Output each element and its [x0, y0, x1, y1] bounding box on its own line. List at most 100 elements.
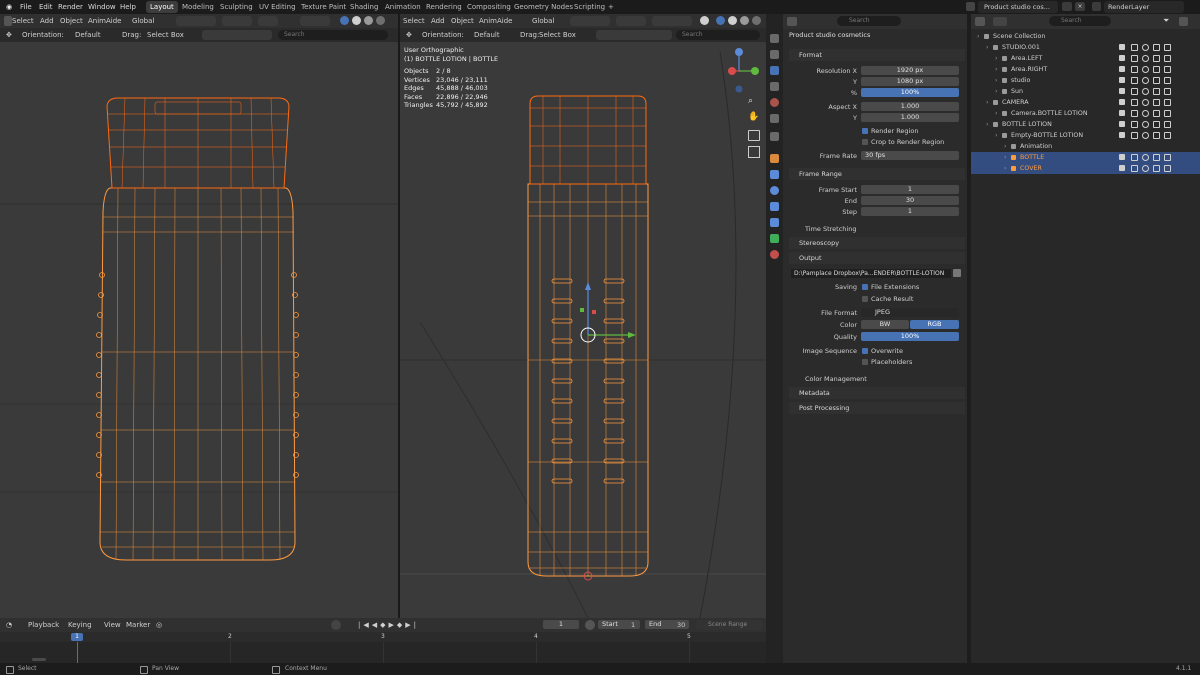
resolution-percentage-slider[interactable]: 100% [861, 88, 959, 97]
exclude-checkbox[interactable] [1119, 44, 1125, 50]
camera-icon[interactable] [1164, 154, 1171, 161]
outliner-row[interactable]: › BOTTLE [971, 152, 1200, 163]
time-stretching-subpanel[interactable]: Time Stretching [805, 225, 856, 233]
expand-arrow-icon[interactable]: › [995, 130, 998, 141]
camera-icon[interactable] [1164, 110, 1171, 117]
right-gizmo-toggle[interactable] [652, 16, 692, 26]
rendered-shading-icon[interactable] [376, 16, 385, 25]
zoom-icon[interactable]: ⌕ [748, 96, 753, 106]
monitor-icon[interactable] [1153, 132, 1160, 139]
eye-icon[interactable] [1142, 154, 1149, 161]
expand-arrow-icon[interactable]: › [995, 64, 998, 75]
pan-hand-icon[interactable]: ✋ [748, 112, 759, 122]
eye-icon[interactable] [1142, 44, 1149, 51]
snap-controls[interactable] [176, 16, 216, 26]
menu-help[interactable]: Help [117, 2, 139, 12]
camera-icon[interactable] [1164, 121, 1171, 128]
right-menu-object[interactable]: Object [451, 16, 474, 26]
collection-tab-icon[interactable] [770, 132, 779, 141]
placeholders-checkbox[interactable] [862, 359, 868, 365]
clock-icon[interactable] [585, 620, 595, 630]
expand-arrow-icon[interactable]: › [986, 119, 989, 130]
eye-icon[interactable] [1142, 88, 1149, 95]
format-panel-header[interactable]: Format [789, 49, 965, 61]
file-extensions-checkbox[interactable] [862, 284, 868, 290]
left-3d-viewport[interactable] [0, 42, 398, 618]
timeline-ruler[interactable]: 1 2 3 4 5 [0, 632, 766, 642]
color-bw-toggle[interactable]: BW [861, 320, 909, 329]
monitor-icon[interactable] [1153, 55, 1160, 62]
frame-end-field[interactable]: 30 [861, 196, 959, 205]
wireframe-shading-icon[interactable] [340, 16, 349, 25]
color-management-subpanel[interactable]: Color Management [805, 375, 867, 383]
camera-icon[interactable] [1164, 88, 1171, 95]
exclude-checkbox[interactable] [1119, 99, 1125, 105]
monitor-icon[interactable] [1153, 165, 1160, 172]
eye-icon[interactable] [1142, 99, 1149, 106]
tab-compositing[interactable]: Compositing [463, 1, 515, 13]
outliner-row[interactable]: › studio [971, 75, 1200, 86]
physics-tab-icon[interactable] [770, 202, 779, 211]
object-tab-icon[interactable] [770, 154, 779, 163]
render-tab-icon[interactable] [770, 50, 779, 59]
select-arrow-icon[interactable] [1131, 88, 1138, 95]
frame-rate-dropdown[interactable]: 30 fps [861, 151, 959, 160]
exclude-checkbox[interactable] [1119, 165, 1125, 171]
monitor-icon[interactable] [1153, 99, 1160, 106]
new-collection-icon[interactable] [1179, 17, 1188, 26]
camera-view-icon[interactable] [748, 130, 760, 141]
tool-tab-icon[interactable] [770, 34, 779, 43]
monitor-icon[interactable] [1153, 121, 1160, 128]
outliner-row[interactable]: › Animation [971, 141, 1200, 152]
particles-tab-icon[interactable] [770, 186, 779, 195]
left-menu-animaide[interactable]: AnimAide [88, 16, 121, 26]
editor-type-icon[interactable] [4, 16, 12, 26]
expand-arrow-icon[interactable]: › [995, 75, 998, 86]
outliner-editor-icon[interactable] [975, 17, 985, 26]
left-menu-select[interactable]: Select [12, 16, 34, 26]
tab-uv-editing[interactable]: UV Editing [255, 1, 300, 13]
resolution-x-field[interactable]: 1920 px [861, 66, 959, 75]
timeline-menu-view[interactable]: View [104, 620, 121, 630]
playhead-frame[interactable]: 1 [71, 633, 83, 641]
right-overlay-icon[interactable] [700, 16, 709, 25]
timeline-scrollbar[interactable] [32, 658, 46, 661]
post-processing-header[interactable]: Post Processing [789, 402, 965, 414]
copy-scene-icon[interactable] [1062, 2, 1072, 11]
filter-icon[interactable]: ⏷ [1163, 16, 1169, 26]
monitor-icon[interactable] [1153, 110, 1160, 117]
right-solid-icon[interactable] [728, 16, 737, 25]
material-shading-icon[interactable] [364, 16, 373, 25]
monitor-icon[interactable] [1153, 154, 1160, 161]
tab-texture-paint[interactable]: Texture Paint [297, 1, 350, 13]
camera-icon[interactable] [1164, 66, 1171, 73]
expand-arrow-icon[interactable]: › [986, 97, 989, 108]
add-workspace-icon[interactable]: + [604, 1, 618, 13]
menu-edit[interactable]: Edit [36, 2, 56, 12]
expand-arrow-icon[interactable]: › [1004, 163, 1007, 174]
expand-arrow-icon[interactable]: › [995, 108, 998, 119]
outliner-search-input[interactable]: Search [1049, 16, 1111, 26]
exclude-checkbox[interactable] [1119, 132, 1125, 138]
crop-region-checkbox[interactable] [862, 139, 868, 145]
monitor-icon[interactable] [1153, 88, 1160, 95]
overwrite-checkbox[interactable] [862, 348, 868, 354]
select-arrow-icon[interactable] [1131, 154, 1138, 161]
quality-slider[interactable]: 100% [861, 332, 959, 341]
right-snap-controls[interactable] [570, 16, 610, 26]
select-arrow-icon[interactable] [1131, 132, 1138, 139]
blender-logo-icon[interactable]: ◉ [3, 2, 15, 12]
exclude-checkbox[interactable] [1119, 66, 1125, 72]
data-tab-icon[interactable] [770, 234, 779, 243]
tab-rendering[interactable]: Rendering [422, 1, 466, 13]
exclude-checkbox[interactable] [1119, 154, 1125, 160]
left-drag-dropdown[interactable]: Select Box [147, 30, 184, 40]
exclude-checkbox[interactable] [1119, 121, 1125, 127]
tab-sculpting[interactable]: Sculpting [216, 1, 257, 13]
proportional-edit[interactable] [222, 16, 252, 26]
eye-icon[interactable] [1142, 132, 1149, 139]
exclude-checkbox[interactable] [1119, 77, 1125, 83]
outliner-row[interactable]: › Sun [971, 86, 1200, 97]
frame-start-field[interactable]: 1 [861, 185, 959, 194]
monitor-icon[interactable] [1153, 66, 1160, 73]
